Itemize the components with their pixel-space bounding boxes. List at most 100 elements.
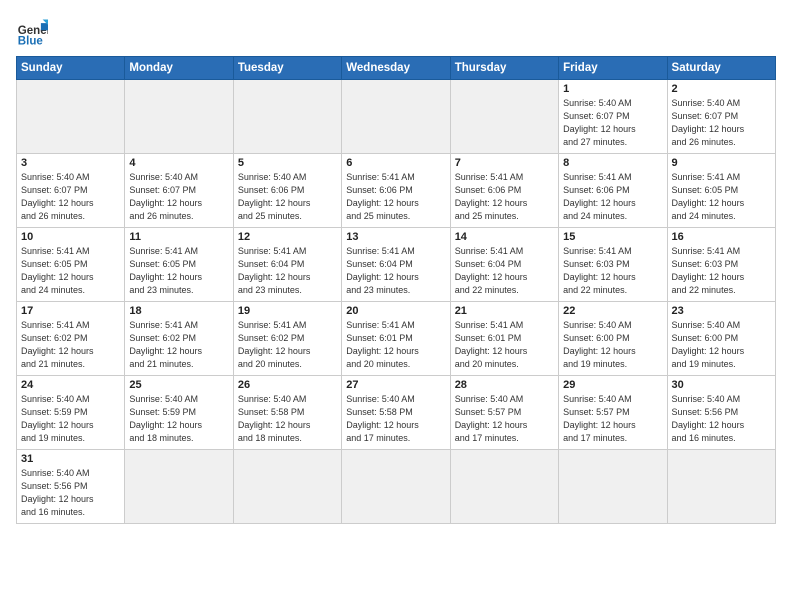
- day-number: 1: [563, 83, 662, 95]
- day-number: 6: [346, 157, 445, 169]
- week-row-2: 10 Sunrise: 5:41 AM Sunset: 6:05 PM Dayli…: [17, 228, 776, 302]
- day-cell: [559, 450, 667, 524]
- day-cell: [17, 80, 125, 154]
- day-cell: 3 Sunrise: 5:40 AM Sunset: 6:07 PM Daylig…: [17, 154, 125, 228]
- day-info: Sunrise: 5:40 AM Sunset: 6:06 PM Dayligh…: [238, 171, 337, 223]
- day-info: Sunrise: 5:41 AM Sunset: 6:05 PM Dayligh…: [672, 171, 771, 223]
- day-number: 31: [21, 453, 120, 465]
- day-info: Sunrise: 5:41 AM Sunset: 6:04 PM Dayligh…: [238, 245, 337, 297]
- logo-icon: General Blue: [16, 16, 48, 48]
- day-number: 9: [672, 157, 771, 169]
- day-cell: 16 Sunrise: 5:41 AM Sunset: 6:03 PM Dayli…: [667, 228, 775, 302]
- day-cell: [233, 80, 341, 154]
- col-header-friday: Friday: [559, 57, 667, 80]
- day-cell: 12Sunrise: 5:41 AM Sunset: 6:04 PM Dayli…: [233, 228, 341, 302]
- day-info: Sunrise: 5:40 AM Sunset: 5:59 PM Dayligh…: [21, 393, 120, 445]
- day-cell: [125, 80, 233, 154]
- week-row-3: 17 Sunrise: 5:41 AM Sunset: 6:02 PM Dayli…: [17, 302, 776, 376]
- day-number: 27: [346, 379, 445, 391]
- day-info: Sunrise: 5:40 AM Sunset: 6:07 PM Dayligh…: [672, 97, 771, 149]
- day-number: 4: [129, 157, 228, 169]
- day-info: Sunrise: 5:41 AM Sunset: 6:04 PM Dayligh…: [346, 245, 445, 297]
- day-info: Sunrise: 5:40 AM Sunset: 6:07 PM Dayligh…: [563, 97, 662, 149]
- day-number: 24: [21, 379, 120, 391]
- day-cell: 5 Sunrise: 5:40 AM Sunset: 6:06 PM Daylig…: [233, 154, 341, 228]
- day-info: Sunrise: 5:41 AM Sunset: 6:02 PM Dayligh…: [129, 319, 228, 371]
- day-info: Sunrise: 5:40 AM Sunset: 6:07 PM Dayligh…: [21, 171, 120, 223]
- day-cell: 23 Sunrise: 5:40 AM Sunset: 6:00 PM Dayli…: [667, 302, 775, 376]
- day-info: Sunrise: 5:41 AM Sunset: 6:06 PM Dayligh…: [455, 171, 554, 223]
- day-cell: [450, 450, 558, 524]
- day-cell: [342, 450, 450, 524]
- day-cell: 24 Sunrise: 5:40 AM Sunset: 5:59 PM Dayli…: [17, 376, 125, 450]
- day-info: Sunrise: 5:40 AM Sunset: 5:58 PM Dayligh…: [346, 393, 445, 445]
- day-number: 13: [346, 231, 445, 243]
- day-info: Sunrise: 5:41 AM Sunset: 6:01 PM Dayligh…: [346, 319, 445, 371]
- day-number: 5: [238, 157, 337, 169]
- col-header-thursday: Thursday: [450, 57, 558, 80]
- day-cell: 10 Sunrise: 5:41 AM Sunset: 6:05 PM Dayli…: [17, 228, 125, 302]
- col-header-wednesday: Wednesday: [342, 57, 450, 80]
- col-header-sunday: Sunday: [17, 57, 125, 80]
- day-cell: [450, 80, 558, 154]
- day-cell: 6 Sunrise: 5:41 AM Sunset: 6:06 PM Daylig…: [342, 154, 450, 228]
- day-number: 8: [563, 157, 662, 169]
- day-info: Sunrise: 5:40 AM Sunset: 5:57 PM Dayligh…: [563, 393, 662, 445]
- day-info: Sunrise: 5:41 AM Sunset: 6:03 PM Dayligh…: [563, 245, 662, 297]
- calendar-table: SundayMondayTuesdayWednesdayThursdayFrid…: [16, 56, 776, 524]
- day-info: Sunrise: 5:40 AM Sunset: 5:56 PM Dayligh…: [672, 393, 771, 445]
- day-cell: 21Sunrise: 5:41 AM Sunset: 6:01 PM Dayli…: [450, 302, 558, 376]
- day-number: 22: [563, 305, 662, 317]
- day-cell: 22 Sunrise: 5:40 AM Sunset: 6:00 PM Dayli…: [559, 302, 667, 376]
- day-number: 7: [455, 157, 554, 169]
- day-cell: [667, 450, 775, 524]
- day-cell: 28Sunrise: 5:40 AM Sunset: 5:57 PM Dayli…: [450, 376, 558, 450]
- day-number: 16: [672, 231, 771, 243]
- day-number: 17: [21, 305, 120, 317]
- day-info: Sunrise: 5:41 AM Sunset: 6:05 PM Dayligh…: [21, 245, 120, 297]
- day-info: Sunrise: 5:41 AM Sunset: 6:06 PM Dayligh…: [346, 171, 445, 223]
- day-cell: 20 Sunrise: 5:41 AM Sunset: 6:01 PM Dayli…: [342, 302, 450, 376]
- day-number: 20: [346, 305, 445, 317]
- day-number: 30: [672, 379, 771, 391]
- day-number: 11: [129, 231, 228, 243]
- day-info: Sunrise: 5:41 AM Sunset: 6:03 PM Dayligh…: [672, 245, 771, 297]
- day-number: 25: [129, 379, 228, 391]
- header-row: SundayMondayTuesdayWednesdayThursdayFrid…: [17, 57, 776, 80]
- day-info: Sunrise: 5:40 AM Sunset: 5:57 PM Dayligh…: [455, 393, 554, 445]
- week-row-1: 3 Sunrise: 5:40 AM Sunset: 6:07 PM Daylig…: [17, 154, 776, 228]
- day-cell: [342, 80, 450, 154]
- day-number: 15: [563, 231, 662, 243]
- day-cell: [233, 450, 341, 524]
- day-number: 23: [672, 305, 771, 317]
- day-cell: 29 Sunrise: 5:40 AM Sunset: 5:57 PM Dayli…: [559, 376, 667, 450]
- day-number: 10: [21, 231, 120, 243]
- day-info: Sunrise: 5:41 AM Sunset: 6:02 PM Dayligh…: [21, 319, 120, 371]
- day-info: Sunrise: 5:40 AM Sunset: 6:00 PM Dayligh…: [672, 319, 771, 371]
- day-cell: 31 Sunrise: 5:40 AM Sunset: 5:56 PM Dayli…: [17, 450, 125, 524]
- day-info: Sunrise: 5:40 AM Sunset: 5:56 PM Dayligh…: [21, 467, 120, 519]
- day-number: 29: [563, 379, 662, 391]
- day-info: Sunrise: 5:41 AM Sunset: 6:05 PM Dayligh…: [129, 245, 228, 297]
- day-info: Sunrise: 5:40 AM Sunset: 6:00 PM Dayligh…: [563, 319, 662, 371]
- week-row-0: 1 Sunrise: 5:40 AM Sunset: 6:07 PM Daylig…: [17, 80, 776, 154]
- day-cell: 13 Sunrise: 5:41 AM Sunset: 6:04 PM Dayli…: [342, 228, 450, 302]
- day-info: Sunrise: 5:40 AM Sunset: 6:07 PM Dayligh…: [129, 171, 228, 223]
- col-header-saturday: Saturday: [667, 57, 775, 80]
- day-cell: 14 Sunrise: 5:41 AM Sunset: 6:04 PM Dayli…: [450, 228, 558, 302]
- day-number: 14: [455, 231, 554, 243]
- day-number: 19: [238, 305, 337, 317]
- day-number: 18: [129, 305, 228, 317]
- day-cell: 18 Sunrise: 5:41 AM Sunset: 6:02 PM Dayli…: [125, 302, 233, 376]
- col-header-monday: Monday: [125, 57, 233, 80]
- day-cell: 1 Sunrise: 5:40 AM Sunset: 6:07 PM Daylig…: [559, 80, 667, 154]
- day-cell: 17 Sunrise: 5:41 AM Sunset: 6:02 PM Dayli…: [17, 302, 125, 376]
- col-header-tuesday: Tuesday: [233, 57, 341, 80]
- day-number: 3: [21, 157, 120, 169]
- week-row-5: 31 Sunrise: 5:40 AM Sunset: 5:56 PM Dayli…: [17, 450, 776, 524]
- day-cell: [125, 450, 233, 524]
- svg-text:Blue: Blue: [18, 35, 44, 47]
- day-info: Sunrise: 5:40 AM Sunset: 5:58 PM Dayligh…: [238, 393, 337, 445]
- day-info: Sunrise: 5:41 AM Sunset: 6:04 PM Dayligh…: [455, 245, 554, 297]
- day-number: 21: [455, 305, 554, 317]
